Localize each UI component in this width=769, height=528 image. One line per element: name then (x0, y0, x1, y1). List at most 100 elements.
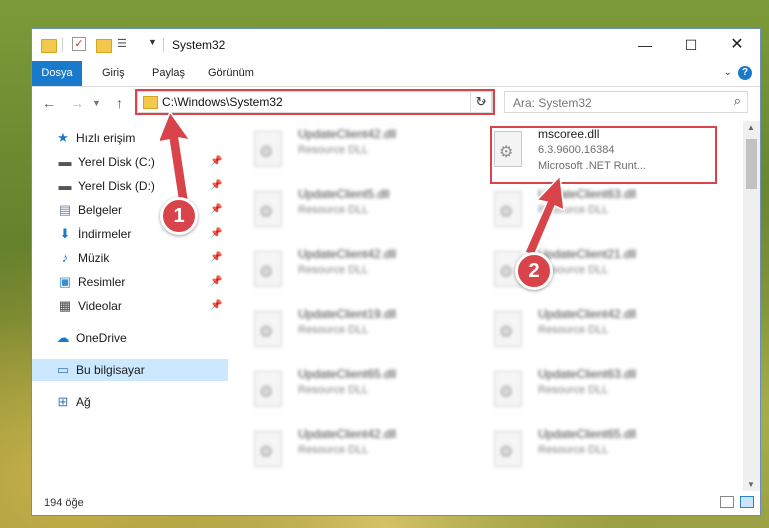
file-type: Resource DLL (298, 324, 369, 336)
list-item[interactable]: ⚙ UpdateClient63.dll Resource DLL (494, 367, 724, 423)
help-icon[interactable]: ? (738, 66, 752, 80)
dll-file-icon: ⚙ (494, 371, 522, 407)
downloads-icon: ⬇ (59, 226, 71, 241)
sidebar-item-label: Yerel Disk (C:) (78, 155, 155, 169)
file-name: UpdateClient63.dll (538, 367, 637, 381)
pin-icon[interactable]: 📌 (210, 247, 222, 269)
file-name: UpdateClient19.dll (298, 307, 397, 321)
sidebar-item-music[interactable]: ♪ Müzik 📌 (32, 247, 228, 269)
details-view-icon[interactable] (720, 496, 734, 508)
scroll-up-icon[interactable]: ▲ (747, 123, 755, 132)
search-icon[interactable]: ⌕ (734, 93, 741, 109)
file-type: Resource DLL (538, 384, 609, 396)
search-input[interactable]: Ara: System32 ⌕ (504, 91, 748, 113)
tiles-view-icon[interactable] (740, 496, 754, 508)
tab-file[interactable]: Dosya (32, 61, 82, 86)
minimize-button[interactable]: — (622, 29, 668, 61)
file-type: Resource DLL (298, 264, 369, 276)
divider (62, 38, 63, 52)
tab-share[interactable]: Paylaş (144, 61, 193, 86)
pin-icon[interactable]: 📌 (210, 271, 222, 293)
sidebar-item-videos[interactable]: ▦ Videolar 📌 (32, 295, 228, 317)
dll-file-icon: ⚙ (494, 431, 522, 467)
sidebar-item-label: Müzik (78, 251, 110, 265)
file-type: Resource DLL (298, 384, 369, 396)
sidebar-item-this-pc[interactable]: ▭ Bu bilgisayar (32, 359, 228, 381)
sidebar-item-network[interactable]: ⊞ Ağ (32, 391, 228, 413)
sidebar-item-downloads[interactable]: ⬇ İndirmeler 📌 (32, 223, 228, 245)
sidebar-item-label: Hızlı erişim (76, 131, 136, 145)
back-button[interactable]: ← (42, 95, 56, 111)
dll-file-icon: ⚙ (254, 191, 282, 227)
sidebar-item-label: Yerel Disk (D:) (78, 179, 155, 193)
sidebar-item-label: Resimler (78, 275, 126, 289)
recent-locations-button[interactable]: ▼ (92, 98, 101, 108)
status-bar: 194 öğe (32, 491, 760, 515)
computer-icon: ▭ (56, 362, 70, 377)
window-title: System32 (172, 38, 226, 52)
file-type: Resource DLL (298, 204, 369, 216)
dll-file-icon: ⚙ (494, 191, 522, 227)
sidebar-item-onedrive[interactable]: ☁ OneDrive (32, 327, 228, 349)
list-item[interactable]: ⚙ UpdateClient65.dll Resource DLL (494, 427, 724, 483)
dll-file-icon: ⚙ (254, 371, 282, 407)
scrollbar-thumb[interactable] (746, 139, 757, 189)
tab-home[interactable]: Giriş (94, 61, 133, 86)
file-name: UpdateClient5.dll (298, 187, 390, 201)
gear-icon: ⚙ (499, 204, 514, 221)
vertical-scrollbar[interactable]: ▲ ▼ (743, 121, 760, 491)
callout-badge-2: 2 (515, 252, 553, 290)
list-item[interactable]: ⚙ UpdateClient5.dll Resource DLL (254, 187, 484, 243)
new-folder-icon[interactable] (96, 39, 112, 53)
file-name: UpdateClient42.dll (298, 247, 397, 261)
list-item[interactable]: ⚙ UpdateClient42.dll Resource DLL (494, 307, 724, 363)
properties-icon[interactable]: ✓ (72, 37, 86, 51)
chevron-down-icon[interactable]: ▼ (148, 37, 157, 53)
sidebar-item-label: İndirmeler (78, 227, 132, 241)
maximize-button[interactable]: ☐ (668, 29, 714, 61)
pin-icon[interactable]: 📌 (210, 223, 222, 245)
drive-icon: ▬ (58, 178, 72, 193)
sidebar-item-label: Bu bilgisayar (76, 363, 145, 377)
file-name: UpdateClient65.dll (298, 367, 397, 381)
tab-view[interactable]: Görünüm (200, 61, 262, 86)
item-count: 194 öğe (44, 497, 84, 509)
videos-icon: ▦ (58, 298, 72, 313)
expand-ribbon-icon[interactable]: ⌄ (724, 67, 732, 78)
gear-icon: ⚙ (259, 264, 274, 281)
gear-icon: ⚙ (259, 144, 274, 161)
close-button[interactable]: ✕ (714, 29, 760, 61)
file-type: Resource DLL (538, 444, 609, 456)
ribbon-tabs: Dosya Giriş Paylaş Görünüm ⌄ ? (32, 61, 760, 87)
folder-icon (41, 39, 57, 53)
up-button[interactable]: ↑ (116, 95, 123, 111)
file-type: Resource DLL (298, 144, 369, 156)
sidebar-item-label: OneDrive (76, 331, 127, 345)
forward-button[interactable]: → (70, 95, 84, 111)
dll-file-icon: ⚙ (254, 311, 282, 347)
star-icon: ★ (57, 130, 69, 145)
list-item[interactable]: ⚙ UpdateClient65.dll Resource DLL (254, 367, 484, 423)
list-item[interactable]: ⚙ UpdateClient19.dll Resource DLL (254, 307, 484, 363)
file-name: UpdateClient42.dll (298, 427, 397, 441)
gear-icon: ⚙ (499, 444, 514, 461)
list-item[interactable]: ⚙ UpdateClient42.dll Resource DLL (254, 127, 484, 183)
sidebar-item-pictures[interactable]: ▣ Resimler 📌 (32, 271, 228, 293)
file-type: Resource DLL (538, 324, 609, 336)
gear-icon: ⚙ (259, 444, 274, 461)
scroll-down-icon[interactable]: ▼ (747, 480, 755, 489)
pin-icon[interactable]: 📌 (210, 295, 222, 317)
navigation-bar: ← → ▼ ↑ C:\Windows\System32 ⌄ ↻ Ara: Sys… (32, 87, 760, 119)
list-item[interactable]: ⚙ UpdateClient42.dll Resource DLL (254, 427, 484, 483)
divider (163, 38, 164, 52)
list-item[interactable]: ⚙ UpdateClient42.dll Resource DLL (254, 247, 484, 303)
sidebar-item-label: Belgeler (78, 203, 123, 217)
search-placeholder: Ara: System32 (513, 96, 592, 110)
drive-icon: ▬ (58, 154, 72, 169)
gear-icon: ⚙ (259, 204, 274, 221)
gear-icon: ⚙ (259, 384, 274, 401)
gear-icon: ⚙ (499, 384, 514, 401)
customize-toolbar-icon[interactable]: ☰ (117, 37, 131, 51)
network-icon: ⊞ (57, 394, 69, 409)
dll-file-icon: ⚙ (254, 251, 282, 287)
